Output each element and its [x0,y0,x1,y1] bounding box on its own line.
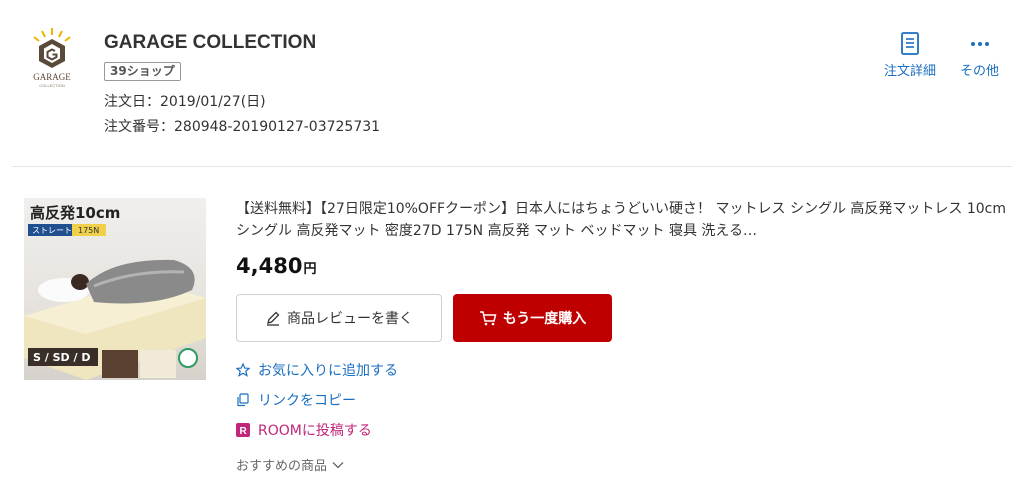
chevron-down-icon [332,461,348,469]
order-detail-label: 注文詳細 [884,64,937,79]
garage-logo-icon: GARAGE COLLECTION [33,28,71,88]
divider [12,166,1012,167]
room-icon: R [236,423,252,437]
product-image[interactable]: 高反発10cm ストレート 175N S / SD / D [24,198,206,380]
logo-subtext: COLLECTION [39,83,65,88]
post-to-room-link[interactable]: R ROOMに投稿する [236,420,372,440]
image-headline: 高反発10cm [30,204,120,222]
order-history-page: GARAGE COLLECTION GARAGE COLLECTION 39ショ… [0,0,1024,480]
image-sizes: S / SD / D [33,351,90,364]
shop-badge: 39ショップ [104,62,181,81]
product-title[interactable]: 【送料無料】【27日限定10%OFFクーポン】日本人にはちょうどいい硬さ！ マッ… [236,198,1006,242]
add-favorite-link[interactable]: お気に入りに追加する [236,360,398,380]
price-value: 4,480 [236,254,303,278]
buy-again-label: もう一度購入 [502,311,587,327]
copy-link[interactable]: リンクをコピー [236,390,356,410]
recommended-products-label: おすすめの商品 [236,459,328,474]
cart-icon [479,310,497,326]
more-dots-icon [960,32,999,60]
write-review-button[interactable]: 商品レビューを書く [236,294,442,342]
copy-link-label: リンクをコピー [258,393,356,409]
image-tag-right: 175N [78,226,99,235]
recommended-products-toggle[interactable]: おすすめの商品 [236,455,354,474]
add-favorite-label: お気に入りに追加する [258,363,398,379]
other-menu-button[interactable]: その他 [960,32,999,79]
pencil-icon [265,310,281,326]
shop-logo[interactable]: GARAGE COLLECTION [24,26,80,90]
order-date: 注文日：2019/01/27(日) [104,94,266,110]
star-icon [236,363,252,377]
product-price: 4,480円 [236,254,316,278]
other-label: その他 [960,64,1000,79]
buy-again-button[interactable]: もう一度購入 [453,294,612,342]
image-tag-left: ストレート [32,226,72,235]
shop-name[interactable]: GARAGE COLLECTION [104,32,316,54]
order-number: 注文番号：280948-20190127-03725731 [104,119,381,135]
logo-wordmark: GARAGE [33,72,71,82]
copy-icon [236,393,252,407]
document-list-icon [884,32,936,60]
price-unit: 円 [303,262,317,277]
svg-text:R: R [240,426,248,437]
post-to-room-label: ROOMに投稿する [258,423,372,439]
order-detail-button[interactable]: 注文詳細 [884,32,936,79]
write-review-label: 商品レビューを書く [287,311,413,327]
